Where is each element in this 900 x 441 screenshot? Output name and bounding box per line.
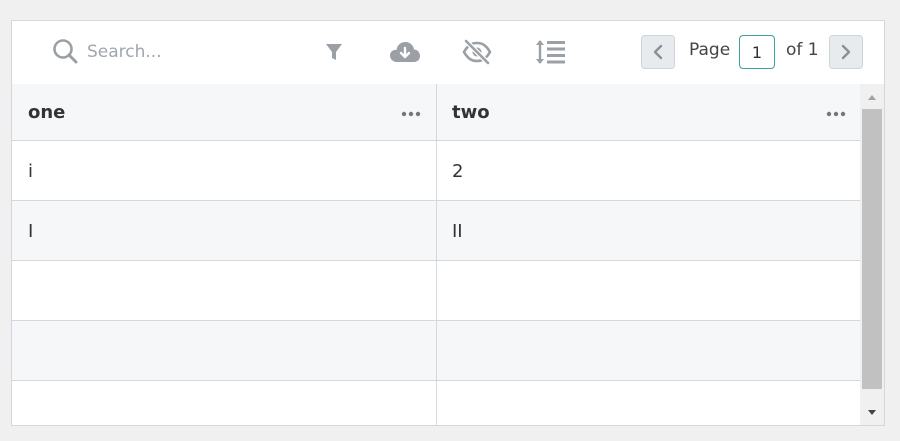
vertical-scrollbar[interactable] <box>860 84 884 425</box>
table-cell[interactable] <box>436 261 861 320</box>
page-number-input[interactable] <box>739 35 775 69</box>
scrollbar-thumb[interactable] <box>862 109 882 389</box>
data-table: one two i 2 I II <box>12 84 861 425</box>
table-cell[interactable]: II <box>436 201 861 260</box>
column-menu-icon[interactable] <box>400 110 422 118</box>
cell-value: i <box>28 161 34 182</box>
chevron-left-icon <box>653 44 663 60</box>
filter-button[interactable] <box>314 35 354 69</box>
table-cell[interactable] <box>436 381 861 425</box>
scroll-up-arrow-icon[interactable] <box>867 93 877 101</box>
chevron-right-icon <box>841 44 851 60</box>
cell-value: I <box>28 221 34 242</box>
search-input[interactable] <box>87 37 287 67</box>
table-cell[interactable]: 2 <box>436 141 861 200</box>
table-cell[interactable] <box>436 321 861 380</box>
scroll-down-arrow-icon[interactable] <box>867 409 877 417</box>
column-header-two[interactable]: two <box>436 84 861 140</box>
column-header-label: two <box>452 102 490 123</box>
download-button[interactable] <box>385 35 425 69</box>
table-cell[interactable]: i <box>12 141 436 200</box>
column-menu-icon[interactable] <box>825 110 847 118</box>
hide-columns-icon <box>462 39 492 65</box>
table-cell[interactable] <box>12 261 436 320</box>
search-icon <box>53 39 78 64</box>
data-grid-panel: Page of 1 one two i 2 <box>11 20 885 426</box>
prev-page-button[interactable] <box>641 35 675 69</box>
cell-value: II <box>452 221 463 242</box>
hide-columns-button[interactable] <box>457 35 497 69</box>
filter-icon <box>326 44 342 60</box>
column-header-label: one <box>28 102 66 123</box>
page-total-label: of 1 <box>786 40 819 60</box>
toolbar: Page of 1 <box>12 21 884 85</box>
download-icon <box>390 42 420 62</box>
cell-value: 2 <box>452 161 464 182</box>
row-density-icon <box>536 40 565 64</box>
row-density-button[interactable] <box>530 35 570 69</box>
next-page-button[interactable] <box>829 35 863 69</box>
column-divider[interactable] <box>436 84 437 425</box>
table-cell[interactable]: I <box>12 201 436 260</box>
column-header-one[interactable]: one <box>12 84 436 140</box>
page-label: Page <box>689 40 731 60</box>
table-cell[interactable] <box>12 381 436 425</box>
table-cell[interactable] <box>12 321 436 380</box>
